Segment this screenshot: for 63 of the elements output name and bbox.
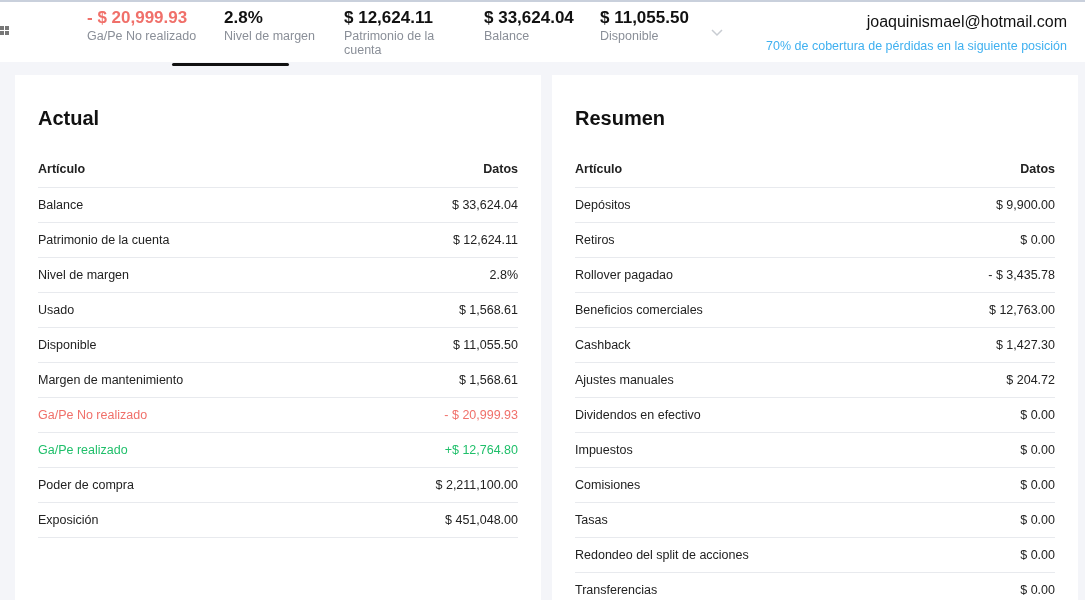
table-cell: 2.8% [489, 268, 518, 282]
table-cell: Beneficios comerciales [575, 303, 703, 317]
metric-label: Disponible [600, 29, 660, 43]
table-cell: Ajustes manuales [575, 373, 674, 387]
panel-title: Resumen [575, 106, 667, 131]
metric-label: Balance [484, 29, 531, 43]
table-cell: $ 0.00 [1020, 548, 1055, 562]
table-cell: $ 0.00 [1020, 443, 1055, 457]
table-cell: - $ 3,435.78 [988, 268, 1055, 282]
table-cell: Impuestos [575, 443, 633, 457]
table-cell: Transferencias [575, 583, 658, 597]
coverage-note: 70% de cobertura de pérdidas en la siguiente posición [766, 39, 1067, 53]
account-email: joaquinismael@hotmail.com [866, 12, 1067, 32]
table-cell: $ 451,048.00 [445, 513, 518, 527]
table-cell: - $ 20,999.93 [444, 408, 518, 422]
table-cell: $ 12,624.11 [452, 233, 518, 247]
table-cell: Cashback [575, 338, 631, 352]
table-cell: Comisiones [575, 478, 641, 492]
table-cell: Depósitos [575, 198, 631, 212]
table-cell: $ 1,427.30 [995, 338, 1055, 352]
table-cell: $ 0.00 [1020, 408, 1055, 422]
metric-label: Nivel de margen [224, 29, 316, 43]
grid-icon[interactable] [0, 26, 9, 35]
panel-title: Actual [38, 106, 101, 131]
table-cell: Exposición [38, 513, 99, 527]
table-cell: $ 9,900.00 [995, 198, 1055, 212]
metric-value: $ 12,624.11 [344, 7, 434, 29]
table-cell: $ 1,568.61 [458, 303, 518, 317]
table-cell: $ 1,568.61 [458, 373, 518, 387]
column-header: Artículo [575, 162, 623, 176]
metric-value: 2.8% [224, 7, 264, 29]
table-cell: Patrimonio de la cuenta [38, 233, 170, 247]
table-cell: Retiros [575, 233, 615, 247]
column-header: Datos [483, 162, 518, 176]
metric-label: Patrimonio de la cuenta [344, 29, 436, 57]
table-cell: Dividendos en efectivo [575, 408, 701, 422]
table-cell: Poder de compra [38, 478, 134, 492]
table-cell: $ 0.00 [1020, 583, 1055, 597]
table-cell: $ 2,211,100.00 [435, 478, 518, 492]
table-cell: $ 0.00 [1020, 513, 1055, 527]
table-cell: $ 12,763.00 [988, 303, 1055, 317]
table-cell: Rollover pagadao [575, 268, 673, 282]
table-cell: Balance [38, 198, 84, 212]
column-header: Datos [1020, 162, 1055, 176]
table-cell: $ 204.72 [1006, 373, 1055, 387]
metric-value: - $ 20,999.93 [87, 7, 189, 29]
column-header: Artículo [38, 162, 86, 176]
table-cell: Ga/Pe realizado [38, 443, 128, 457]
table-cell: +$ 12,764.80 [444, 443, 518, 457]
table-cell: $ 0.00 [1020, 478, 1055, 492]
table-cell: Margen de mantenimiento [38, 373, 184, 387]
table-cell: Usado [38, 303, 75, 317]
metric-value: $ 33,624.04 [484, 7, 575, 29]
table-cell: $ 33,624.04 [451, 198, 518, 212]
table-cell: Tasas [575, 513, 608, 527]
table-cell: Disponible [38, 338, 97, 352]
table-cell: $ 11,055.50 [452, 338, 518, 352]
table-cell: Redondeo del split de acciones [575, 548, 749, 562]
metric-label: Ga/Pe No realizado [87, 29, 198, 43]
table-cell: Nivel de margen [38, 268, 129, 282]
metric-value: $ 11,055.50 [600, 7, 689, 29]
table-cell: $ 0.00 [1020, 233, 1055, 247]
table-cell: Ga/Pe No realizado [38, 408, 148, 422]
